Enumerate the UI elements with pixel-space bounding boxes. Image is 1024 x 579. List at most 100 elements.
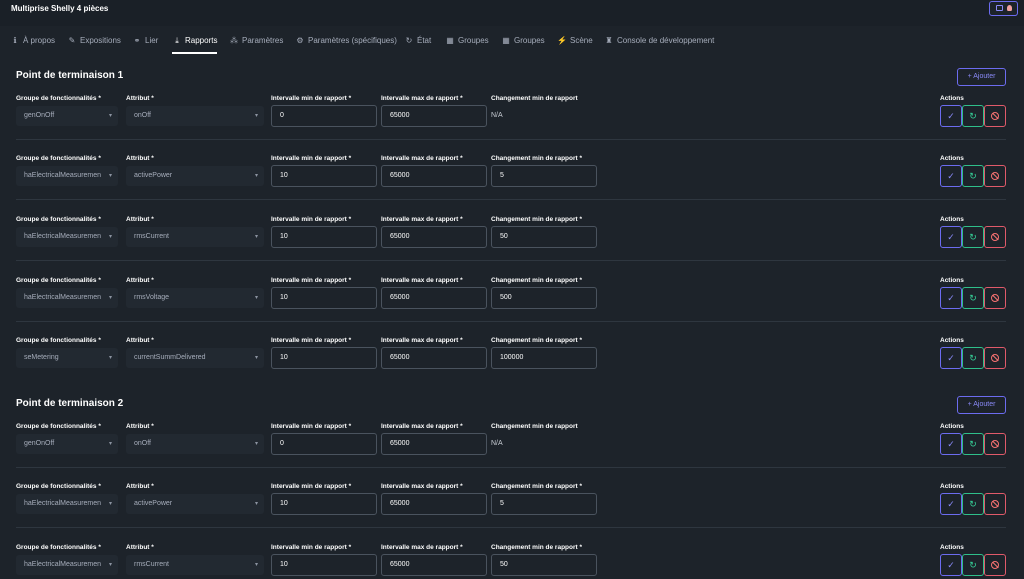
attribute-select[interactable]: rmsCurrent ▾ [126, 227, 264, 247]
apply-button[interactable]: ✓ [940, 165, 962, 187]
disable-button[interactable] [984, 226, 1006, 248]
attribute-select[interactable]: currentSummDelivered ▾ [126, 348, 264, 368]
min-interval-label: Intervalle min de rapport * [271, 277, 352, 284]
min-interval-input[interactable]: 0 [271, 105, 377, 127]
disable-button[interactable] [984, 105, 1006, 127]
min-interval-input[interactable]: 10 [271, 554, 377, 576]
min-interval-input[interactable]: 10 [271, 347, 377, 369]
tab-paramètres-spécifiques[interactable]: ⚙ Paramètres (spécifiques) [295, 36, 397, 54]
cluster-label: Groupe de fonctionnalités * [16, 337, 101, 344]
min-interval-label: Intervalle min de rapport * [271, 95, 352, 102]
tab-lier[interactable]: ⚭ Lier [132, 36, 159, 54]
apply-button[interactable]: ✓ [940, 347, 962, 369]
add-report-button[interactable]: + Ajouter [957, 396, 1006, 414]
disable-button[interactable] [984, 433, 1006, 455]
attribute-value: rmsVoltage [134, 294, 170, 301]
tab-bar: ℹ À propos ✎ Expositions ⚭ Lier ⤓ Rapports ⁂ Para… [0, 30, 1024, 54]
tab-console-de-développement[interactable]: ♜ Console de développement [604, 36, 714, 54]
cluster-select[interactable]: haElectricalMeasuremen ▾ [16, 227, 118, 247]
min-change-input[interactable]: 50 [491, 226, 597, 248]
apply-button[interactable]: ✓ [940, 433, 962, 455]
max-interval-input[interactable]: 65000 [381, 226, 487, 248]
min-change-input[interactable]: 50 [491, 554, 597, 576]
refresh-button[interactable]: ↻ [962, 347, 984, 369]
chevron-down-icon: ▾ [254, 355, 258, 361]
refresh-button[interactable]: ↻ [962, 433, 984, 455]
cluster-value: haElectricalMeasuremen [24, 500, 102, 507]
tab-paramètres[interactable]: ⁂ Paramètres [229, 36, 283, 54]
attribute-select[interactable]: onOff ▾ [126, 434, 264, 454]
cluster-select[interactable]: haElectricalMeasuremen ▾ [16, 494, 118, 514]
tab-groupes[interactable]: ▦ Groupes [501, 36, 544, 54]
refresh-button[interactable]: ↻ [962, 105, 984, 127]
attribute-label: Attribut * [126, 544, 154, 551]
min-interval-input[interactable]: 10 [271, 165, 377, 187]
refresh-button[interactable]: ↻ [962, 287, 984, 309]
min-change-input[interactable]: 5 [491, 165, 597, 187]
max-interval-label: Intervalle max de rapport * [381, 216, 463, 223]
max-interval-input[interactable]: 65000 [381, 347, 487, 369]
apply-button[interactable]: ✓ [940, 226, 962, 248]
tab-scène[interactable]: ⚡ Scène [557, 36, 593, 54]
refresh-button[interactable]: ↻ [962, 554, 984, 576]
apply-button[interactable]: ✓ [940, 493, 962, 515]
max-interval-input[interactable]: 65000 [381, 493, 487, 515]
cluster-label: Groupe de fonctionnalités * [16, 277, 101, 284]
max-interval-input[interactable]: 65000 [381, 433, 487, 455]
cluster-select[interactable]: haElectricalMeasuremen ▾ [16, 166, 118, 186]
apply-button[interactable]: ✓ [940, 105, 962, 127]
theme-toggle-button[interactable] [989, 1, 1018, 16]
chevron-down-icon: ▾ [108, 234, 112, 240]
attribute-select[interactable]: onOff ▾ [126, 106, 264, 126]
disable-button[interactable] [984, 165, 1006, 187]
disable-button[interactable] [984, 493, 1006, 515]
tab-état[interactable]: ↻ État [404, 36, 432, 54]
ban-icon [991, 440, 999, 448]
cluster-select[interactable]: genOnOff ▾ [16, 434, 118, 454]
max-interval-input[interactable]: 65000 [381, 287, 487, 309]
refresh-button[interactable]: ↻ [962, 493, 984, 515]
tab-rapports[interactable]: ⤓ Rapports [172, 36, 217, 54]
refresh-button[interactable]: ↻ [962, 165, 984, 187]
tab-label: État [417, 36, 432, 45]
min-change-label: Changement min de rapport [491, 423, 578, 430]
max-interval-input[interactable]: 65000 [381, 105, 487, 127]
chevron-down-icon: ▾ [254, 234, 258, 240]
attribute-select[interactable]: activePower ▾ [126, 494, 264, 514]
wand-icon: ⚡ [557, 36, 567, 45]
disable-button[interactable] [984, 347, 1006, 369]
min-change-input[interactable]: 5 [491, 493, 597, 515]
min-interval-input[interactable]: 10 [271, 493, 377, 515]
cluster-select[interactable]: haElectricalMeasuremen ▾ [16, 288, 118, 308]
apply-button[interactable]: ✓ [940, 287, 962, 309]
refresh-button[interactable]: ↻ [962, 226, 984, 248]
min-interval-label: Intervalle min de rapport * [271, 216, 352, 223]
cluster-select[interactable]: genOnOff ▾ [16, 106, 118, 126]
refresh-icon: ↻ [969, 353, 977, 363]
cluster-label: Groupe de fonctionnalités * [16, 483, 101, 490]
attribute-select[interactable]: activePower ▾ [126, 166, 264, 186]
max-interval-input[interactable]: 65000 [381, 554, 487, 576]
min-change-input[interactable]: 100000 [491, 347, 597, 369]
tab-label: Scène [570, 36, 593, 45]
attribute-select[interactable]: rmsCurrent ▾ [126, 555, 264, 575]
cluster-select[interactable]: seMetering ▾ [16, 348, 118, 368]
tab-groupes[interactable]: ▦ Groupes [445, 36, 488, 54]
add-report-button[interactable]: + Ajouter [957, 68, 1006, 86]
disable-button[interactable] [984, 287, 1006, 309]
apply-button[interactable]: ✓ [940, 554, 962, 576]
cluster-select[interactable]: haElectricalMeasuremen ▾ [16, 555, 118, 575]
attribute-select[interactable]: rmsVoltage ▾ [126, 288, 264, 308]
tab-à-propos[interactable]: ℹ À propos [10, 36, 56, 54]
attribute-label: Attribut * [126, 277, 154, 284]
chevron-down-icon: ▾ [254, 113, 258, 119]
endpoint-title: Point de terminaison 2 [16, 398, 124, 409]
min-interval-input[interactable]: 10 [271, 226, 377, 248]
min-interval-input[interactable]: 0 [271, 433, 377, 455]
tab-expositions[interactable]: ✎ Expositions [67, 36, 123, 54]
min-change-input[interactable]: 500 [491, 287, 597, 309]
min-interval-input[interactable]: 10 [271, 287, 377, 309]
disable-button[interactable] [984, 554, 1006, 576]
max-interval-input[interactable]: 65000 [381, 165, 487, 187]
row-divider [16, 199, 1006, 200]
